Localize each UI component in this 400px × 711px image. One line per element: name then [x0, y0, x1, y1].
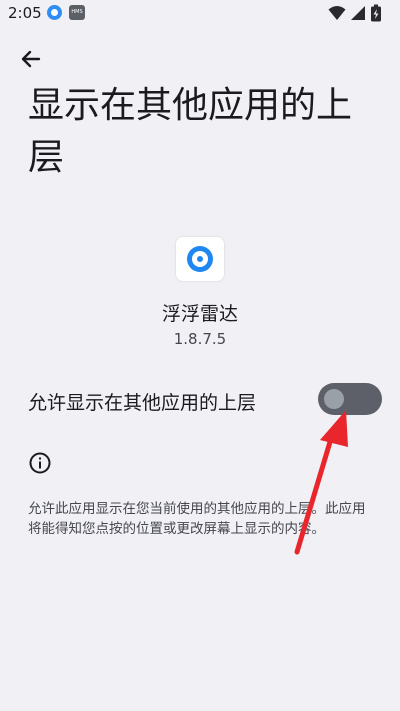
app-name: 浮浮雷达 [161, 303, 238, 325]
permission-description: 允许此应用显示在您当前使用的其他应用的上层。此应用将能得知您点按的位置或更改屏幕… [28, 501, 366, 537]
arrow-left-icon [21, 50, 41, 68]
hms-icon: HMS [69, 5, 85, 20]
overlay-permission-toggle[interactable] [318, 383, 382, 415]
signal-icon [351, 6, 365, 20]
back-button[interactable] [14, 44, 48, 74]
status-time: 2:05 [8, 4, 42, 22]
app-icon [176, 237, 224, 281]
permission-toggle-row[interactable]: 允许显示在其他应用的上层 [0, 378, 400, 424]
battery-icon [371, 4, 381, 22]
page-title: 显示在其他应用的上层 [28, 85, 353, 178]
toggle-knob [324, 389, 344, 409]
status-icons [328, 4, 390, 22]
app-version: 1.8.7.5 [173, 330, 227, 348]
info-icon [28, 451, 52, 475]
permission-label: 允许显示在其他应用的上层 [28, 392, 257, 414]
status-bar: 2:05 HMS [0, 0, 400, 28]
wifi-icon [328, 6, 346, 20]
app-notification-icon [47, 5, 62, 20]
